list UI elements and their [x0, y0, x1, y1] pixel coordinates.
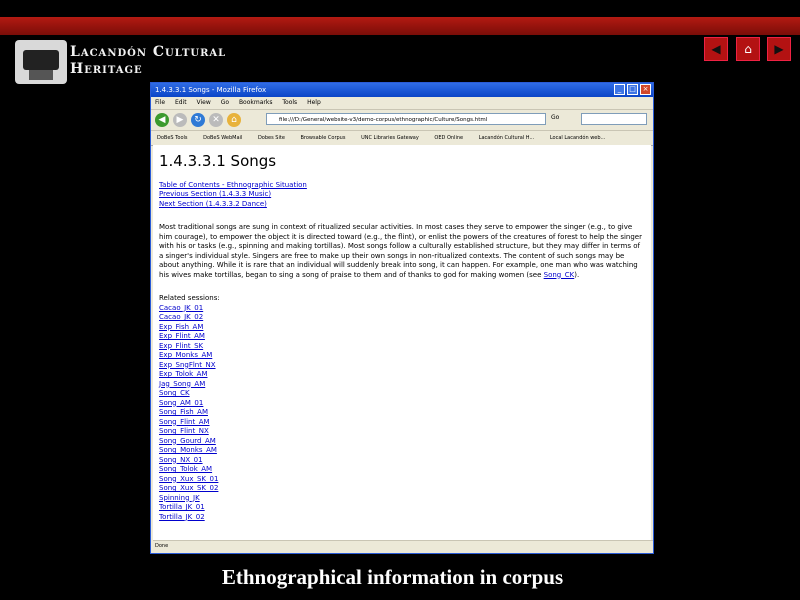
page-content: 1.4.3.3.1 Songs Table of Contents - Ethn… — [153, 145, 651, 540]
maximize-button[interactable]: □ — [627, 84, 638, 95]
session-link[interactable]: Tortilla_JK_02 — [159, 513, 645, 523]
session-link[interactable]: Exp_Flint_SK — [159, 342, 645, 352]
back-icon[interactable]: ◀ — [155, 113, 169, 127]
brand-line2: Heritage — [70, 61, 143, 77]
menu-view[interactable]: View — [197, 99, 211, 106]
session-link[interactable]: Exp_Monks_AM — [159, 351, 645, 361]
brand-title: Lacandón Cultural Heritage — [70, 44, 226, 78]
bookmark-item[interactable]: Browsable Corpus — [300, 135, 345, 141]
session-link[interactable]: Exp_Flint_AM — [159, 332, 645, 342]
session-link[interactable]: Tortilla_JK_01 — [159, 503, 645, 513]
bookmark-item[interactable]: UNC Libraries Gateway — [361, 135, 419, 141]
song-ck-link[interactable]: Song_CK — [544, 271, 575, 279]
window-titlebar: 1.4.3.3.1 Songs - Mozilla Firefox _ □ × — [151, 83, 653, 97]
page-title: 1.4.3.3.1 Songs — [159, 152, 277, 170]
next-section-link[interactable]: Next Section (1.4.3.3.2 Dance) — [159, 200, 645, 210]
home-button[interactable]: ⌂ — [736, 37, 760, 61]
session-link[interactable]: Cacao_JK_02 — [159, 313, 645, 323]
bookmark-item[interactable]: Dobes Site — [258, 135, 285, 141]
reload-icon[interactable]: ↻ — [191, 113, 205, 127]
home-page-icon[interactable]: ⌂ — [227, 113, 241, 127]
session-list: Cacao_JK_01 Cacao_JK_02 Exp_Fish_AM Exp_Fli… — [159, 304, 645, 523]
mask-logo-icon — [15, 40, 67, 84]
session-link[interactable]: Song_Monks_AM — [159, 446, 645, 456]
menu-tools[interactable]: Tools — [282, 99, 297, 106]
menu-bar: File Edit View Go Bookmarks Tools Help — [151, 97, 653, 110]
body-end: ). — [574, 270, 580, 279]
session-link[interactable]: Song_Gourd_AM — [159, 437, 645, 447]
session-link[interactable]: Song_Fish_AM — [159, 408, 645, 418]
home-icon: ⌂ — [744, 42, 752, 56]
session-link[interactable]: Song_AM_01 — [159, 399, 645, 409]
menu-file[interactable]: File — [155, 99, 165, 106]
bookmark-item[interactable]: DoBeS WebMail — [203, 135, 242, 141]
bookmark-item[interactable]: Local Lacandón web... — [550, 135, 605, 141]
related-label: Related sessions: — [159, 294, 220, 302]
close-button[interactable]: × — [640, 84, 651, 95]
address-bar[interactable]: file:///D:/General/website-v3/demo-corpu… — [266, 113, 546, 125]
arrow-right-icon: ▶ — [774, 42, 784, 56]
menu-edit[interactable]: Edit — [175, 99, 187, 106]
slide-caption: Ethnographical information in corpus — [221, 565, 564, 589]
minimize-button[interactable]: _ — [614, 84, 625, 95]
window-title: 1.4.3.3.1 Songs - Mozilla Firefox — [155, 86, 267, 94]
session-link[interactable]: Exp_Fish_AM — [159, 323, 645, 333]
menu-go[interactable]: Go — [221, 99, 229, 106]
bookmarks-toolbar: DoBeS Tools DoBeS WebMail Dobes Site Bro… — [151, 131, 653, 146]
session-link[interactable]: Song_Xux_SK_01 — [159, 475, 645, 485]
next-slide-button[interactable]: ▶ — [767, 37, 791, 61]
stop-icon[interactable]: ✕ — [209, 113, 223, 127]
menu-bookmarks[interactable]: Bookmarks — [239, 99, 273, 106]
bookmark-item[interactable]: Lacandón Cultural H... — [479, 135, 535, 141]
prev-slide-button[interactable]: ◀ — [704, 37, 728, 61]
session-link[interactable]: Exp_Tolok_AM — [159, 370, 645, 380]
session-link[interactable]: Song_Tolok_AM — [159, 465, 645, 475]
search-input[interactable] — [581, 113, 647, 125]
session-link[interactable]: Exp_SngFlnt_NX — [159, 361, 645, 371]
session-link[interactable]: Cacao_JK_01 — [159, 304, 645, 314]
session-link[interactable]: Song_Flint_NX — [159, 427, 645, 437]
bookmark-item[interactable]: DoBeS Tools — [157, 135, 188, 141]
toc-link[interactable]: Table of Contents - Ethnographic Situati… — [159, 181, 645, 191]
nav-toolbar: ◀ ▶ ↻ ✕ ⌂ file:///D:/General/website-v3/… — [151, 110, 653, 131]
arrow-left-icon: ◀ — [711, 42, 721, 56]
session-link[interactable]: Song_Xux_SK_02 — [159, 484, 645, 494]
session-link[interactable]: Song_CK — [159, 389, 645, 399]
session-link[interactable]: Song_Flint_AM — [159, 418, 645, 428]
bookmark-item[interactable]: OED Online — [434, 135, 463, 141]
top-red-bar — [0, 17, 800, 35]
brand-line1: Lacandón Cultural — [70, 44, 227, 60]
forward-icon[interactable]: ▶ — [173, 113, 187, 127]
session-link[interactable]: Spinning_JK — [159, 494, 645, 504]
menu-help[interactable]: Help — [307, 99, 321, 106]
status-bar: Done — [153, 540, 653, 551]
session-link[interactable]: Jag_Song_AM — [159, 380, 645, 390]
go-button[interactable]: Go — [551, 114, 559, 121]
body-paragraph: Most traditional songs are sung in conte… — [159, 223, 645, 280]
browser-window: 1.4.3.3.1 Songs - Mozilla Firefox _ □ × … — [150, 82, 654, 554]
previous-section-link[interactable]: Previous Section (1.4.3.3 Music) — [159, 190, 645, 200]
session-link[interactable]: Song_NX_01 — [159, 456, 645, 466]
